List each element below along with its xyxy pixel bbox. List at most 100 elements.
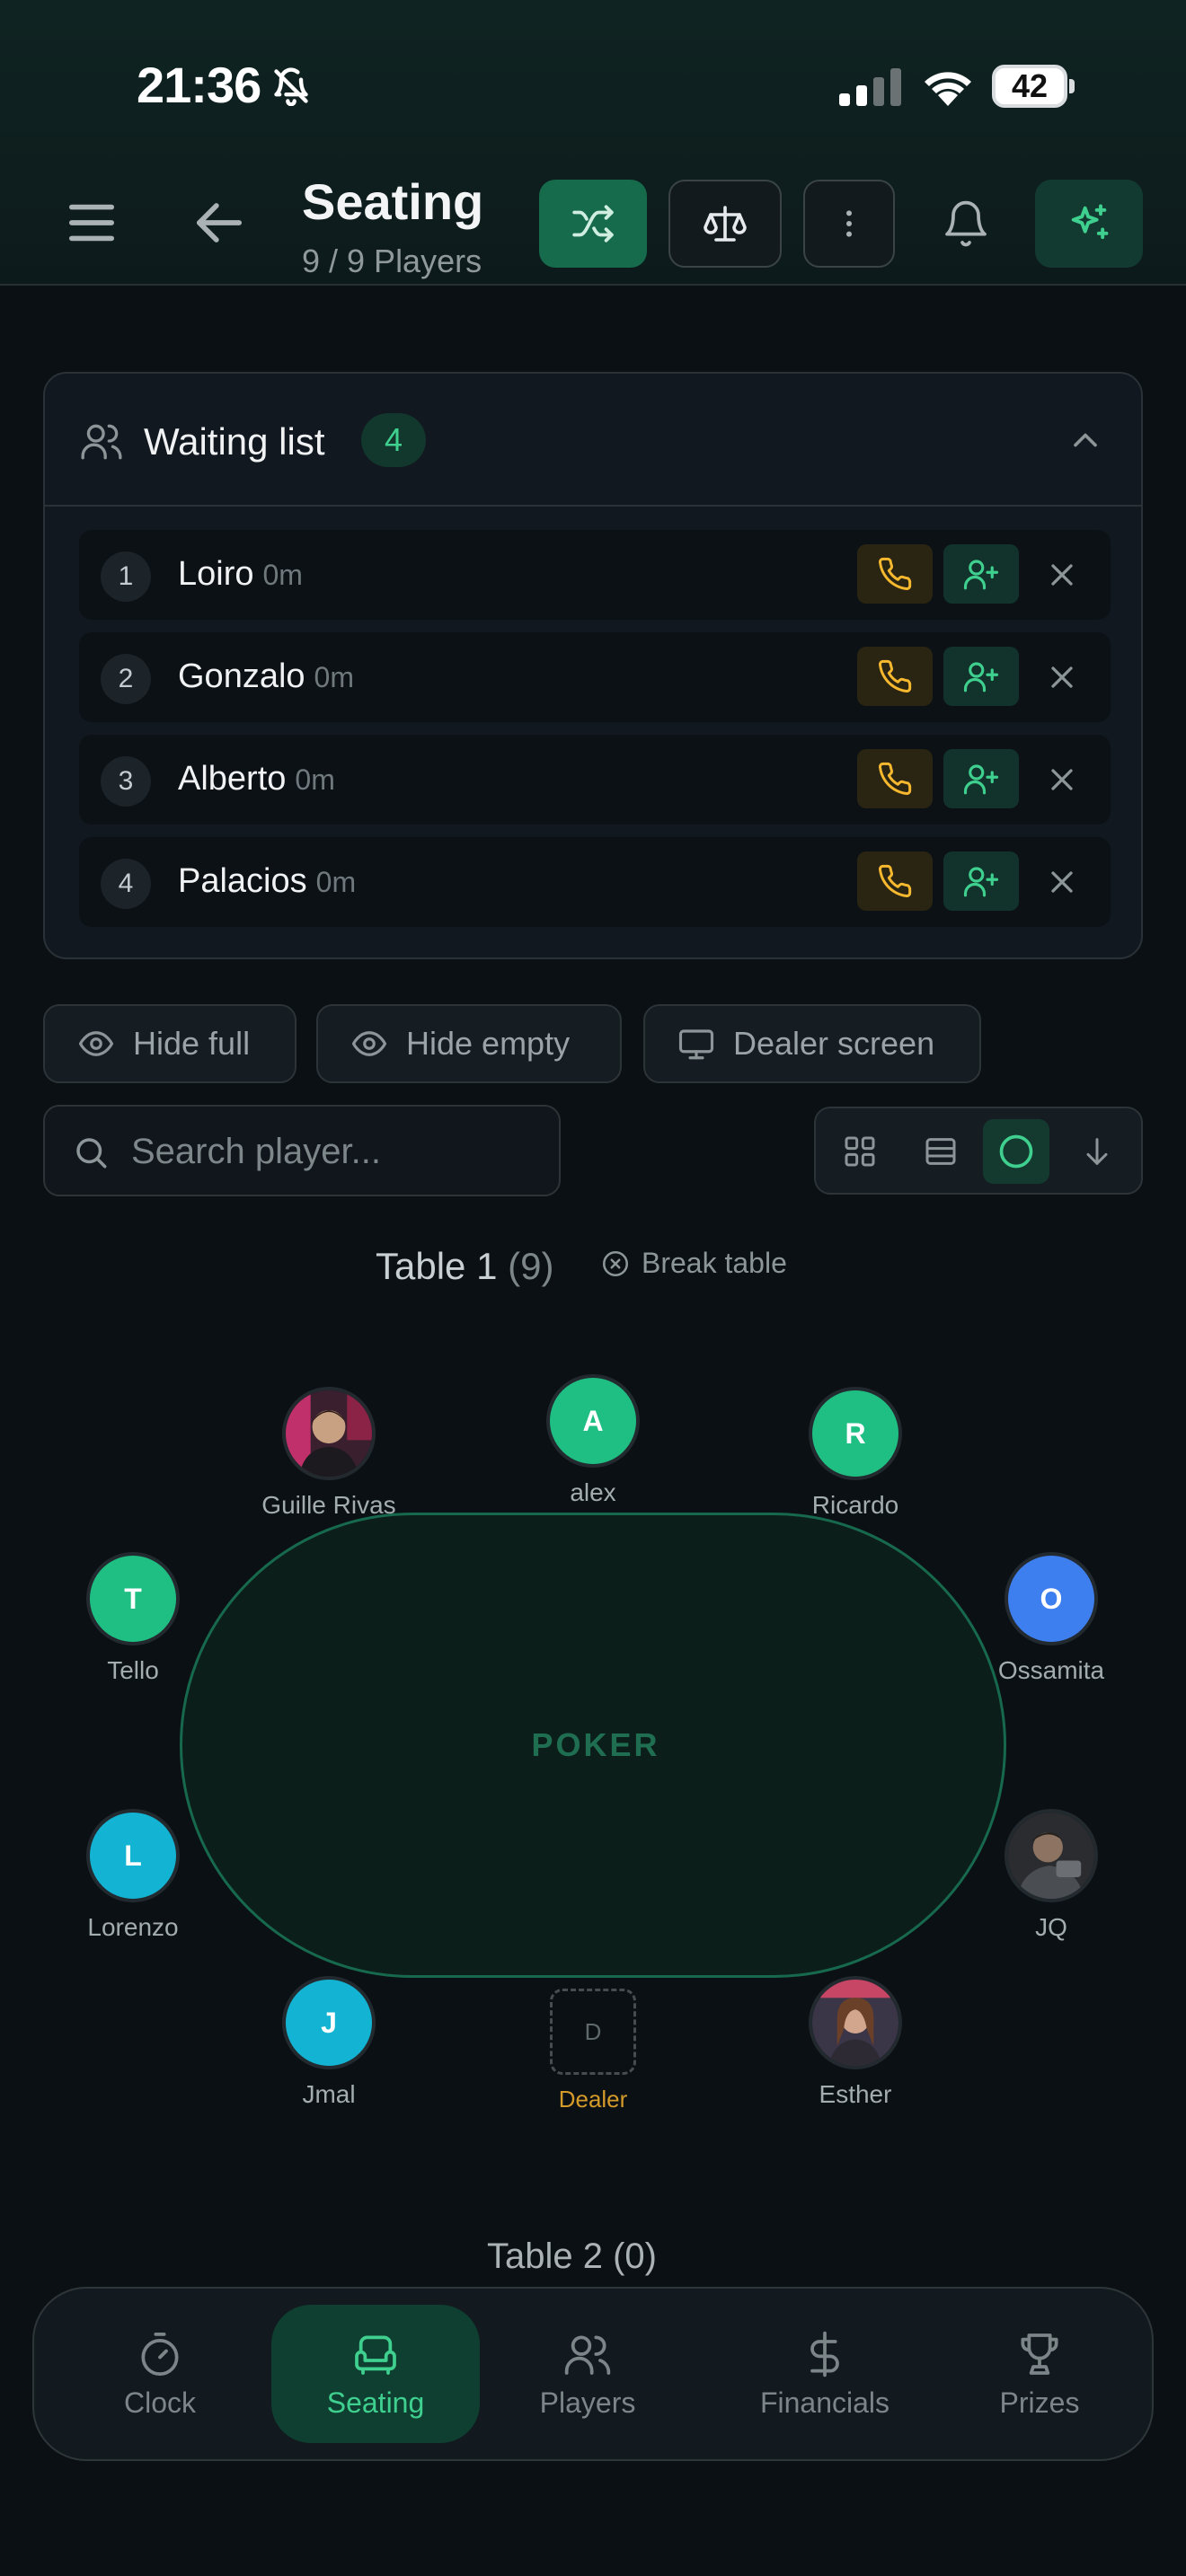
arrow-down-icon bbox=[1086, 1138, 1108, 1165]
sort-button[interactable] bbox=[1064, 1119, 1130, 1184]
waiting-list-row: 2 Gonzalo 0m bbox=[79, 632, 1111, 722]
list-icon bbox=[925, 1138, 956, 1165]
waiting-list-row: 1 Loiro 0m bbox=[79, 530, 1111, 620]
view-mode-toggle bbox=[814, 1107, 1143, 1195]
nav-label: Financials bbox=[759, 2386, 890, 2419]
search-box bbox=[43, 1105, 561, 1196]
seat-player-button[interactable] bbox=[943, 647, 1019, 706]
player-name: Ricardo bbox=[811, 1491, 899, 1519]
armchair-icon bbox=[355, 2334, 396, 2375]
collapse-waiting-list-button[interactable] bbox=[1066, 420, 1105, 460]
nav-seating[interactable]: Seating bbox=[271, 2305, 480, 2443]
header-divider bbox=[0, 284, 1186, 286]
hide-empty-button[interactable]: Hide empty bbox=[316, 1004, 622, 1083]
close-icon bbox=[1051, 666, 1073, 688]
ai-assistant-button[interactable] bbox=[1035, 180, 1143, 268]
player-seat[interactable]: L Lorenzo bbox=[34, 1809, 232, 1942]
phone-icon bbox=[879, 659, 912, 693]
trophy-icon bbox=[1021, 2333, 1058, 2375]
seat-player-button[interactable] bbox=[943, 544, 1019, 604]
player-seat[interactable]: O Ossamita bbox=[952, 1552, 1150, 1685]
remove-from-waiting-button[interactable] bbox=[1040, 553, 1084, 596]
search-input[interactable] bbox=[131, 1125, 544, 1178]
waiting-position: 4 bbox=[101, 859, 151, 909]
signal-icon bbox=[839, 68, 902, 106]
bell-off-icon bbox=[271, 66, 311, 106]
waiting-player: Alberto 0m bbox=[178, 760, 335, 798]
avatar: T bbox=[86, 1552, 180, 1645]
call-player-button[interactable] bbox=[857, 851, 933, 911]
waiting-list-title: Waiting list bbox=[144, 420, 325, 463]
close-icon bbox=[1051, 871, 1073, 893]
player-seat[interactable]: Esther bbox=[757, 1976, 954, 2109]
circle-view-button[interactable] bbox=[983, 1119, 1049, 1184]
table-player-count: (9) bbox=[508, 1245, 554, 1287]
nav-financials[interactable]: Financials bbox=[717, 2305, 933, 2443]
nav-label: Prizes bbox=[999, 2386, 1080, 2419]
waiting-player-name: Loiro bbox=[178, 555, 254, 593]
seat-player-button[interactable] bbox=[943, 749, 1019, 808]
battery-level: 42 bbox=[1011, 67, 1049, 104]
remove-from-waiting-button[interactable] bbox=[1040, 656, 1084, 699]
page-title: Seating bbox=[302, 173, 484, 230]
call-player-button[interactable] bbox=[857, 749, 933, 808]
nav-prizes[interactable]: Prizes bbox=[954, 2305, 1125, 2443]
waiting-list-row: 4 Palacios 0m bbox=[79, 837, 1111, 927]
waiting-list-card: Waiting list 4 1 Loiro 0m 2 Gonzalo 0m 3 Albert… bbox=[43, 372, 1143, 959]
grid-view-button[interactable] bbox=[827, 1119, 893, 1184]
phone-icon bbox=[879, 762, 912, 795]
table-title: Table 1 (9) bbox=[376, 1245, 553, 1288]
avatar bbox=[282, 1387, 376, 1480]
player-name: Jmal bbox=[302, 2080, 356, 2108]
remove-from-waiting-button[interactable] bbox=[1040, 758, 1084, 801]
hide-empty-label: Hide empty bbox=[406, 1025, 571, 1062]
hide-full-label: Hide full bbox=[133, 1025, 251, 1062]
nav-clock[interactable]: Clock bbox=[70, 2305, 250, 2443]
bell-icon bbox=[945, 200, 987, 247]
status-time: 21:36 bbox=[137, 57, 261, 113]
avatar: A bbox=[546, 1374, 640, 1468]
avatar: J bbox=[282, 1976, 376, 2069]
shuffle-seats-button[interactable] bbox=[539, 180, 647, 268]
waiting-list-row: 3 Alberto 0m bbox=[79, 735, 1111, 825]
more-options-button[interactable] bbox=[803, 180, 895, 268]
player-seat[interactable]: R Ricardo bbox=[757, 1387, 954, 1520]
remove-from-waiting-button[interactable] bbox=[1040, 860, 1084, 904]
player-name: Ossamita bbox=[997, 1656, 1105, 1684]
circle-icon bbox=[999, 1134, 1033, 1169]
balance-tables-button[interactable] bbox=[668, 180, 782, 268]
player-seat[interactable]: JQ bbox=[952, 1809, 1150, 1942]
list-view-button[interactable] bbox=[907, 1119, 974, 1184]
shuffle-icon bbox=[572, 205, 614, 243]
notifications-button[interactable] bbox=[925, 180, 1006, 268]
dealer-screen-button[interactable]: Dealer screen bbox=[643, 1004, 981, 1083]
waiting-player: Loiro 0m bbox=[178, 555, 303, 594]
menu-button[interactable] bbox=[58, 189, 126, 257]
player-name: Esther bbox=[819, 2080, 892, 2108]
hide-full-button[interactable]: Hide full bbox=[43, 1004, 296, 1083]
player-seat[interactable]: Guille Rivas bbox=[230, 1387, 428, 1520]
break-table-button[interactable]: Break table bbox=[600, 1247, 787, 1280]
user-plus-icon bbox=[963, 662, 999, 693]
call-player-button[interactable] bbox=[857, 647, 933, 706]
seat-player-button[interactable] bbox=[943, 851, 1019, 911]
call-player-button[interactable] bbox=[857, 544, 933, 604]
back-button[interactable] bbox=[185, 189, 253, 257]
player-seat[interactable]: J Jmal bbox=[230, 1976, 428, 2109]
phone-icon bbox=[879, 864, 912, 897]
dealer-seat[interactable]: D Dealer bbox=[494, 1989, 692, 2113]
avatar bbox=[1005, 1809, 1098, 1902]
player-seat[interactable]: Aalex bbox=[494, 1374, 692, 1507]
dealer-marker: D bbox=[550, 1989, 636, 2075]
close-icon bbox=[1051, 564, 1073, 586]
player-seat[interactable]: T Tello bbox=[34, 1552, 232, 1685]
table-player-count: (0) bbox=[613, 2236, 657, 2276]
waiting-time: 0m bbox=[295, 763, 335, 796]
waiting-count-badge: 4 bbox=[361, 413, 426, 467]
nav-players[interactable]: Players bbox=[498, 2305, 677, 2443]
grid-icon bbox=[845, 1136, 875, 1167]
more-vertical-icon bbox=[846, 210, 852, 237]
chevron-up-icon bbox=[1074, 433, 1097, 447]
user-plus-icon bbox=[963, 867, 999, 897]
close-icon bbox=[1051, 769, 1073, 790]
